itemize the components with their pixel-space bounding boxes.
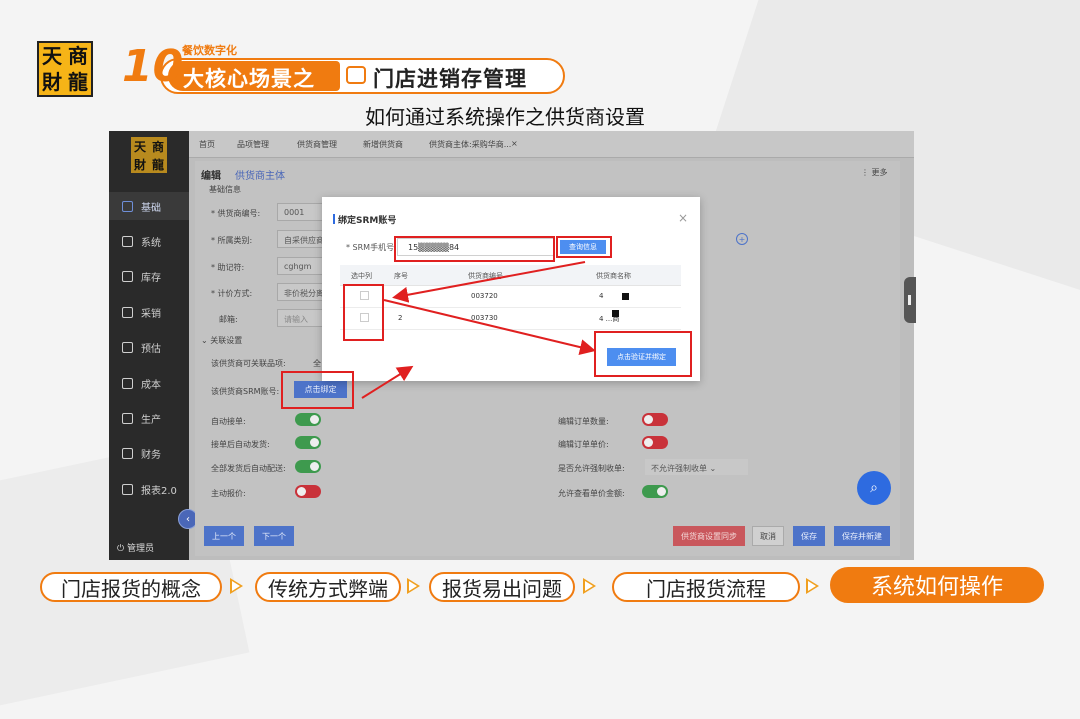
- nav-arrow-icon: [230, 578, 243, 594]
- nav-item-issues[interactable]: 报货易出问题: [429, 572, 575, 602]
- arrow-list-to-confirm: [383, 299, 596, 355]
- nav-arrow-icon: [806, 578, 819, 594]
- nav-arrow-icon: [407, 578, 420, 594]
- nav-item-system-operation[interactable]: 系统如何操作: [830, 567, 1044, 603]
- nav-item-traditional[interactable]: 传统方式弊端: [255, 572, 401, 602]
- nav-arrow-icon: [583, 578, 596, 594]
- side-handle[interactable]: [904, 277, 916, 323]
- nav-item-process[interactable]: 门店报货流程: [612, 572, 800, 602]
- arrow-bind-to-modal: [361, 365, 414, 399]
- annotation-arrows: [361, 261, 596, 399]
- nav-item-concept[interactable]: 门店报货的概念: [40, 572, 222, 602]
- arrow-query-to-list: [392, 261, 586, 303]
